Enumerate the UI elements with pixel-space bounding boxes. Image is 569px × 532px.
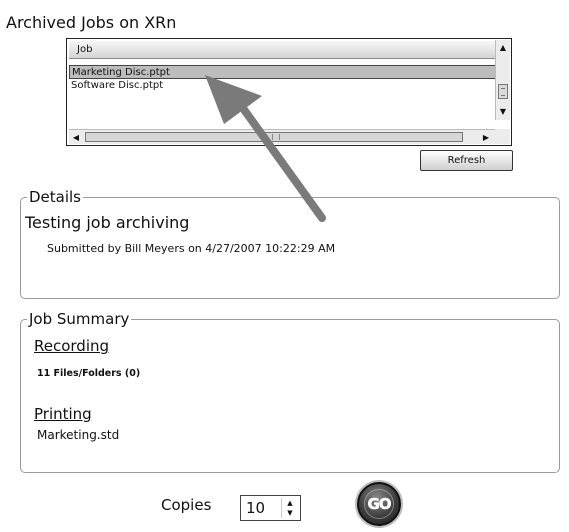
printing-heading: Printing bbox=[34, 405, 92, 423]
job-list[interactable]: Job Marketing Disc.ptpt Software Disc.pt… bbox=[66, 38, 512, 146]
scrollbar-corner bbox=[495, 129, 510, 144]
copies-label: Copies bbox=[161, 496, 212, 514]
job-list-item[interactable]: Software Disc.ptpt bbox=[69, 79, 497, 93]
stepper-down-icon[interactable]: ▼ bbox=[285, 509, 295, 518]
vertical-scroll-thumb[interactable] bbox=[498, 84, 508, 99]
stepper-up-icon[interactable]: ▲ bbox=[285, 499, 295, 508]
recording-heading: Recording bbox=[34, 337, 110, 355]
horizontal-scroll-thumb[interactable] bbox=[85, 132, 463, 142]
submitted-info: Submitted by Bill Meyers on 4/27/2007 10… bbox=[47, 242, 336, 255]
copies-stepper[interactable]: 10 ▲ ▼ bbox=[240, 495, 301, 521]
refresh-button[interactable]: Refresh bbox=[420, 150, 513, 171]
scroll-up-icon[interactable]: ▲ bbox=[496, 40, 510, 55]
job-name: Testing job archiving bbox=[25, 213, 190, 232]
scroll-down-icon[interactable]: ▼ bbox=[496, 104, 510, 119]
stepper-arrows[interactable]: ▲ ▼ bbox=[281, 498, 298, 518]
job-list-item[interactable]: Marketing Disc.ptpt bbox=[69, 65, 497, 79]
page-title: Archived Jobs on XRn bbox=[6, 13, 177, 32]
recording-value: 11 Files/Folders (0) bbox=[37, 368, 141, 379]
job-summary-legend: Job Summary bbox=[27, 309, 132, 329]
go-button[interactable]: GO bbox=[357, 482, 401, 526]
horizontal-scrollbar[interactable]: ◀ ▶ bbox=[69, 129, 495, 144]
printing-value: Marketing.std bbox=[37, 428, 120, 442]
column-header-job[interactable]: Job bbox=[69, 41, 497, 59]
vertical-scrollbar[interactable]: ▲ ▼ bbox=[495, 40, 510, 120]
copies-value[interactable]: 10 bbox=[246, 499, 265, 517]
details-legend: Details bbox=[27, 187, 84, 207]
scroll-right-icon[interactable]: ▶ bbox=[479, 130, 493, 145]
scroll-left-icon[interactable]: ◀ bbox=[69, 130, 83, 145]
